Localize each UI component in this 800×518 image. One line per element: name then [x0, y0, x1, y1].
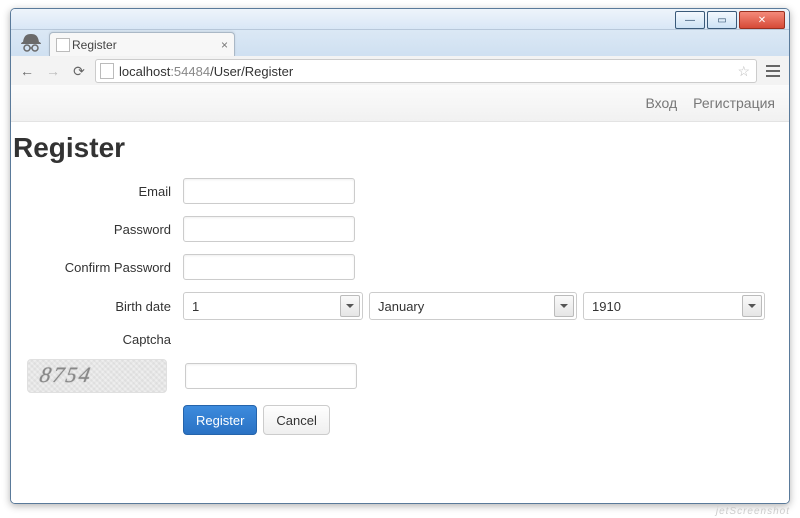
bookmark-star-icon[interactable]: ☆ [737, 63, 750, 80]
birth-month-select[interactable]: January [369, 292, 577, 320]
hamburger-menu-icon[interactable] [763, 61, 783, 81]
url-path: /User/Register [210, 64, 293, 79]
window-maximize-button[interactable]: ▭ [707, 11, 737, 29]
register-button[interactable]: Register [183, 405, 257, 435]
birth-year-value: 1910 [592, 299, 621, 314]
birth-day-value: 1 [192, 299, 199, 314]
password-input[interactable] [183, 216, 355, 242]
email-input[interactable] [183, 178, 355, 204]
birth-month-value: January [378, 299, 424, 314]
site-top-nav: Вход Регистрация [11, 85, 789, 122]
window-close-button[interactable]: ✕ [739, 11, 785, 29]
browser-toolbar: ← → ⟳ localhost:54484/User/Register ☆ [11, 56, 789, 87]
watermark: jetScreenshot [716, 506, 790, 517]
email-label: Email [21, 184, 183, 199]
url-host: localhost [119, 64, 170, 79]
page-content: Вход Регистрация Register Email Password… [11, 85, 789, 503]
incognito-icon [19, 32, 43, 54]
address-bar[interactable]: localhost:54484/User/Register ☆ [95, 59, 757, 83]
chevron-down-icon [554, 295, 574, 317]
birth-day-select[interactable]: 1 [183, 292, 363, 320]
chevron-down-icon [742, 295, 762, 317]
captcha-label: Captcha [21, 332, 183, 347]
nav-login-link[interactable]: Вход [645, 95, 677, 111]
browser-window: — ▭ ✕ Register × ← → ⟳ localhost:54484/U… [10, 8, 790, 504]
register-form: Email Password Confirm Password Birth da… [11, 178, 789, 435]
cancel-button[interactable]: Cancel [263, 405, 329, 435]
password-label: Password [21, 222, 183, 237]
captcha-text: 8754 [38, 362, 95, 388]
nav-register-link[interactable]: Регистрация [693, 95, 775, 111]
back-button[interactable]: ← [17, 61, 37, 81]
forward-button[interactable]: → [43, 61, 63, 81]
confirm-password-label: Confirm Password [21, 260, 183, 275]
window-minimize-button[interactable]: — [675, 11, 705, 29]
captcha-image: 8754 [27, 359, 167, 393]
tab-favicon [56, 38, 70, 52]
browser-tab[interactable]: Register × [49, 32, 235, 56]
tab-strip: Register × [11, 30, 789, 56]
url-port: :54484 [170, 64, 210, 79]
tab-title: Register [72, 38, 117, 52]
page-icon [100, 63, 114, 79]
confirm-password-input[interactable] [183, 254, 355, 280]
window-titlebar: — ▭ ✕ [11, 9, 789, 30]
birth-year-select[interactable]: 1910 [583, 292, 765, 320]
captcha-input[interactable] [185, 363, 357, 389]
birthdate-label: Birth date [21, 299, 183, 314]
chevron-down-icon [340, 295, 360, 317]
tab-close-icon[interactable]: × [221, 38, 228, 52]
reload-button[interactable]: ⟳ [69, 61, 89, 81]
page-heading: Register [13, 132, 789, 164]
